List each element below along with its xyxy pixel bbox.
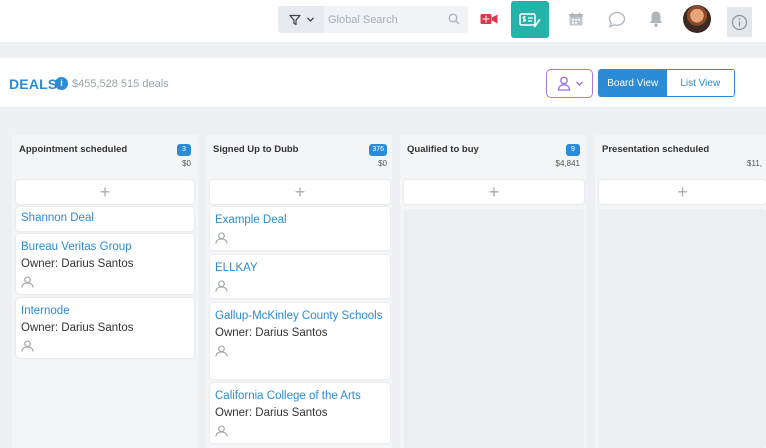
deal-owner: Owner: Darius Santos (21, 322, 134, 334)
deal-card[interactable]: California College of the Arts Owner: Da… (210, 383, 390, 443)
deals-header: DEALS i $455,528 515 deals Board View Li… (0, 58, 766, 108)
person-icon (215, 232, 228, 244)
deals-icon (519, 12, 541, 27)
deal-owner: Owner: Darius Santos (215, 327, 328, 339)
deal-card[interactable]: ELLKAY (210, 255, 390, 298)
view-toggle: Board View List View (598, 69, 735, 97)
person-icon (21, 276, 34, 288)
deal-name[interactable]: Gallup-McKinley County Schools (215, 308, 385, 324)
column-title: Qualified to buy (407, 144, 479, 155)
deal-name[interactable]: Example Deal (215, 212, 385, 228)
pipeline-column-signed-up: Signed Up to Dubb 376 $0 + Example Deal … (206, 135, 392, 448)
add-deal-button[interactable]: + (404, 180, 584, 204)
column-title: Appointment scheduled (19, 144, 128, 155)
column-count-badge: 9 (566, 144, 580, 156)
column-title: Signed Up to Dubb (213, 144, 299, 155)
pipeline-column-qualified-to-buy: Qualified to buy 9 $4,841 + (400, 135, 586, 448)
deal-name[interactable]: Bureau Veritas Group (21, 239, 189, 255)
chat-icon[interactable] (608, 11, 626, 28)
person-icon (215, 280, 228, 292)
person-icon (215, 425, 228, 437)
page-title: DEALS (9, 76, 58, 92)
person-icon (21, 340, 34, 352)
deal-name[interactable]: Shannon Deal (21, 210, 189, 226)
info-badge-icon[interactable]: i (55, 77, 68, 90)
deals-button[interactable] (511, 1, 549, 38)
column-total: $0 (378, 159, 387, 168)
video-icon[interactable] (480, 12, 498, 26)
column-total: $4,841 (555, 159, 580, 168)
pipeline-column-presentation-scheduled: Presentation scheduled $11, + (595, 135, 766, 448)
deal-card[interactable]: Gallup-McKinley County Schools Owner: Da… (210, 303, 390, 379)
calendar-icon[interactable] (568, 11, 584, 27)
info-button[interactable] (727, 7, 752, 37)
add-deal-button[interactable]: + (16, 180, 194, 204)
column-count-badge: 3 (177, 144, 191, 156)
column-drop-area (599, 209, 766, 448)
top-bar (0, 0, 766, 42)
column-drop-area (404, 209, 584, 448)
board-view-button[interactable]: Board View (599, 70, 667, 96)
search-input[interactable] (324, 6, 436, 33)
column-total: $0 (182, 159, 191, 168)
deal-owner: Owner: Darius Santos (21, 258, 134, 270)
column-title: Presentation scheduled (602, 144, 710, 155)
add-deal-button[interactable]: + (599, 180, 766, 204)
list-view-button[interactable]: List View (666, 70, 734, 96)
column-header: Qualified to buy 9 $4,841 (400, 135, 586, 177)
column-header: Appointment scheduled 3 $0 (12, 135, 198, 177)
owner-filter-button[interactable] (546, 69, 593, 98)
chevron-down-icon (575, 81, 583, 86)
bell-icon[interactable] (648, 10, 664, 28)
deal-card[interactable]: Example Deal (210, 207, 390, 250)
person-icon (215, 345, 228, 357)
deal-card[interactable]: Internode Owner: Darius Santos (16, 298, 194, 358)
column-header: Presentation scheduled $11, (595, 135, 766, 177)
deal-name[interactable]: ELLKAY (215, 260, 385, 276)
column-total: $11, (747, 159, 762, 168)
deal-name[interactable]: California College of the Arts (215, 388, 385, 404)
search-icon[interactable] (448, 13, 460, 25)
column-count-badge: 376 (369, 144, 387, 156)
deal-card[interactable]: Shannon Deal (16, 207, 194, 231)
add-deal-button[interactable]: + (210, 180, 390, 204)
info-icon (731, 14, 748, 30)
deal-owner: Owner: Darius Santos (215, 407, 328, 419)
filter-icon (288, 14, 301, 25)
deals-summary: $455,528 515 deals (72, 78, 169, 90)
pipeline-column-appointment-scheduled: Appointment scheduled 3 $0 + Shannon Dea… (12, 135, 198, 448)
chevron-down-icon (306, 17, 314, 22)
search-filter-button[interactable] (278, 6, 324, 33)
deal-card[interactable]: Bureau Veritas Group Owner: Darius Santo… (16, 234, 194, 294)
user-icon (557, 76, 570, 91)
global-search (324, 6, 468, 33)
avatar[interactable] (683, 5, 711, 33)
deal-name[interactable]: Internode (21, 303, 189, 319)
column-header: Signed Up to Dubb 376 $0 (206, 135, 392, 177)
